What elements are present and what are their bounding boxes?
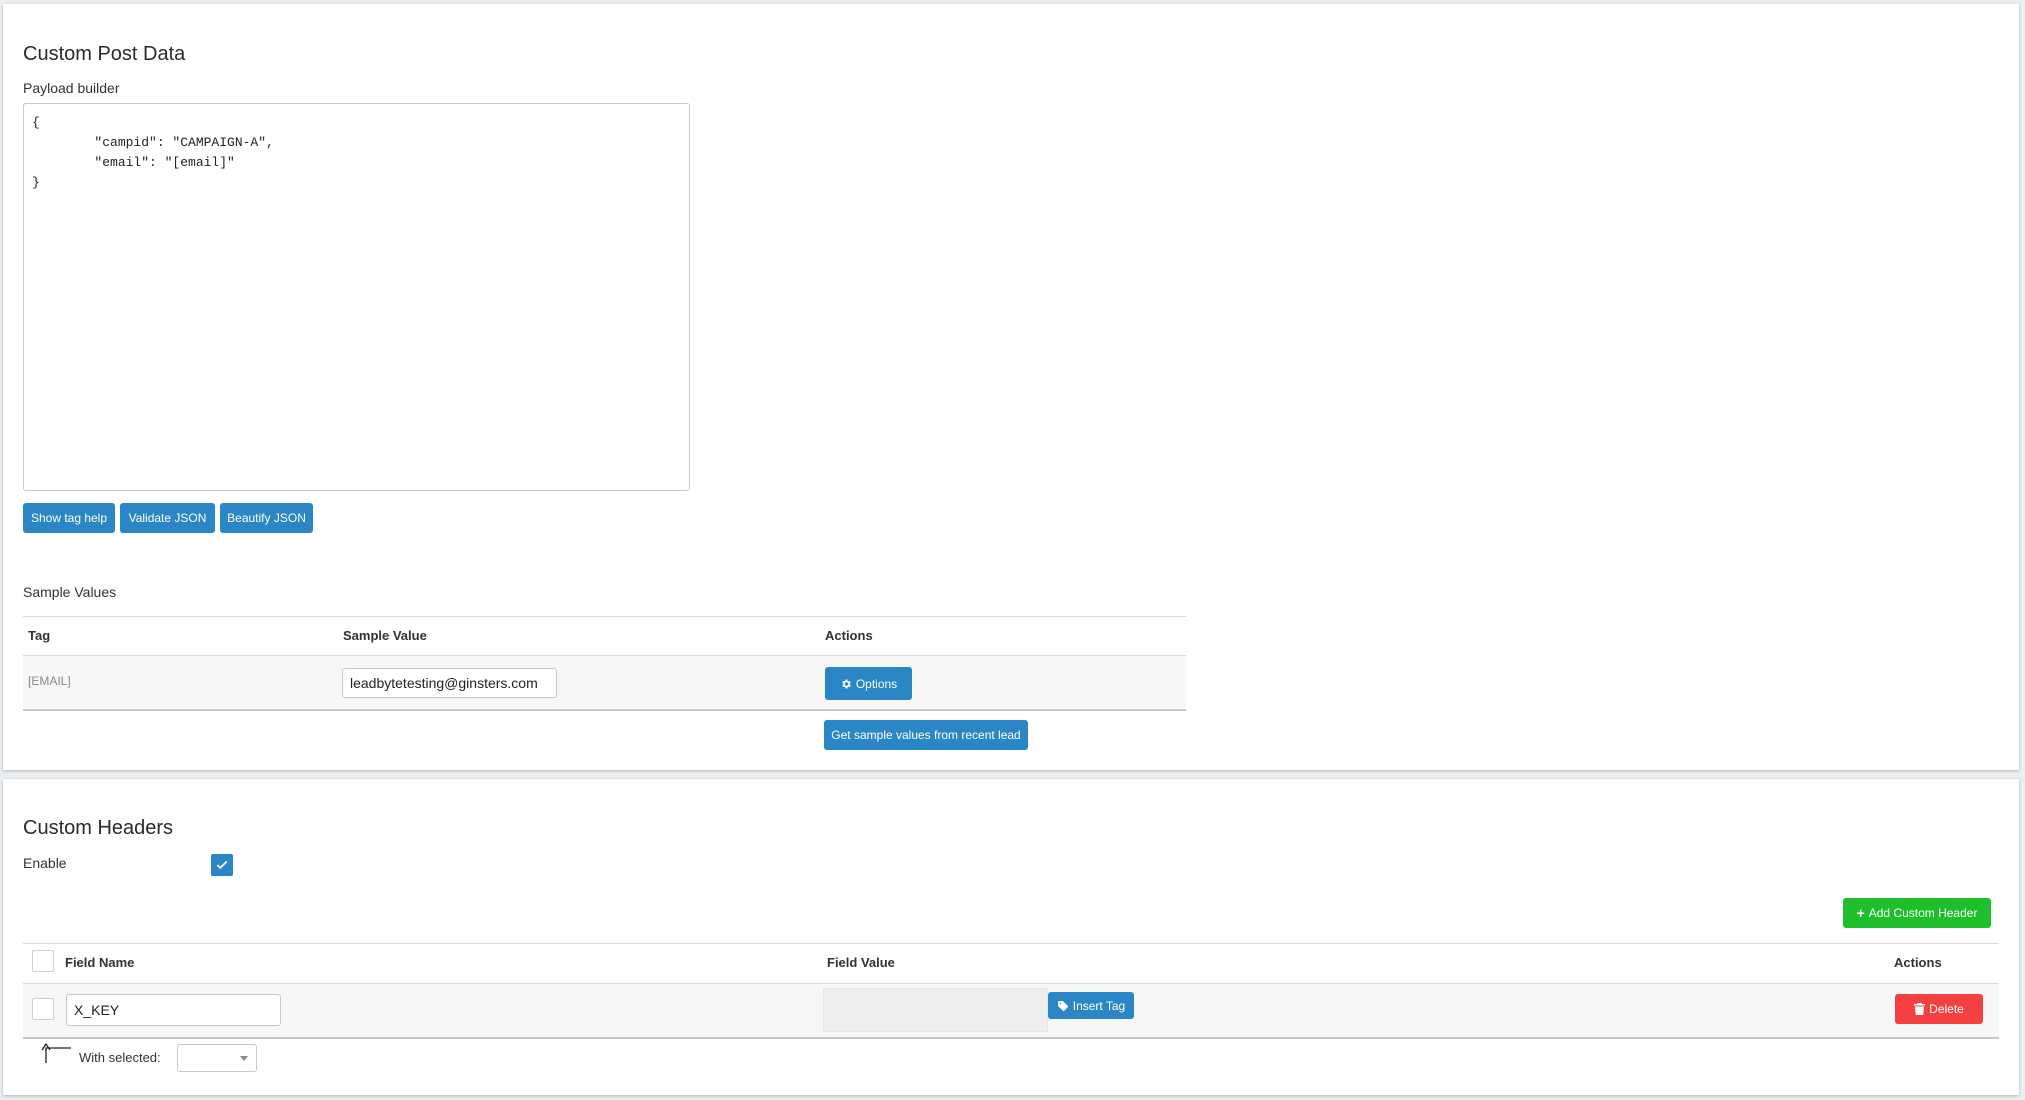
headers-table-bottom-divider	[23, 1037, 1999, 1039]
insert-tag-label: Insert Tag	[1072, 998, 1126, 1013]
enable-label: Enable	[23, 855, 67, 871]
insert-tag-button[interactable]: Insert Tag	[1048, 992, 1134, 1019]
sample-values-label: Sample Values	[23, 584, 117, 600]
validate-json-button[interactable]: Validate JSON	[120, 503, 215, 533]
check-icon	[216, 860, 228, 870]
select-all-checkbox[interactable]	[32, 950, 54, 972]
field-name-input[interactable]	[66, 994, 281, 1026]
delete-button[interactable]: Delete	[1895, 994, 1983, 1024]
custom-post-data-title: Custom Post Data	[23, 43, 186, 65]
options-button[interactable]: Options	[825, 667, 912, 700]
chevron-down-icon	[240, 1056, 248, 1061]
with-selected-dropdown[interactable]	[177, 1044, 257, 1072]
column-header-sample-value: Sample Value	[343, 628, 427, 643]
show-tag-help-button[interactable]: Show tag help	[23, 503, 115, 533]
add-custom-header-button[interactable]: + Add Custom Header	[1843, 898, 1991, 928]
headers-table-top-divider	[23, 943, 1999, 944]
table-bottom-divider	[23, 709, 1186, 711]
add-custom-header-label: Add Custom Header	[1868, 906, 1978, 920]
sample-value-input[interactable]	[342, 668, 557, 698]
options-label: Options	[855, 676, 898, 691]
custom-post-data-panel: Custom Post Data Payload builder { "camp…	[3, 4, 2019, 770]
payload-builder-label: Payload builder	[23, 80, 120, 96]
with-selected-label: With selected:	[79, 1050, 161, 1065]
trash-icon	[1914, 1003, 1926, 1015]
row-select-checkbox[interactable]	[32, 998, 54, 1020]
sample-tag-cell: [EMAIL]	[28, 674, 71, 688]
custom-headers-title: Custom Headers	[23, 817, 174, 839]
get-sample-values-button[interactable]: Get sample values from recent lead	[824, 720, 1028, 750]
delete-label: Delete	[1929, 1002, 1964, 1016]
column-header-actions: Actions	[1894, 955, 1942, 970]
custom-headers-panel: Custom Headers Enable + Add Custom Heade…	[3, 779, 2019, 1095]
column-header-actions: Actions	[825, 628, 873, 643]
table-top-divider	[23, 616, 1186, 617]
beautify-json-button[interactable]: Beautify JSON	[220, 503, 313, 533]
column-header-tag: Tag	[28, 628, 51, 643]
gear-icon	[842, 679, 851, 688]
column-header-field-value: Field Value	[827, 955, 895, 970]
corner-up-arrow-icon	[41, 1043, 71, 1063]
plus-icon: +	[1856, 905, 1865, 921]
tag-icon	[1057, 1000, 1068, 1011]
field-value-input[interactable]	[823, 988, 1048, 1032]
table-row	[23, 656, 1186, 708]
payload-editor[interactable]: { "campid": "CAMPAIGN-A", "email": "[ema…	[23, 103, 690, 491]
enable-checkbox[interactable]	[211, 854, 233, 876]
column-header-field-name: Field Name	[65, 955, 135, 970]
